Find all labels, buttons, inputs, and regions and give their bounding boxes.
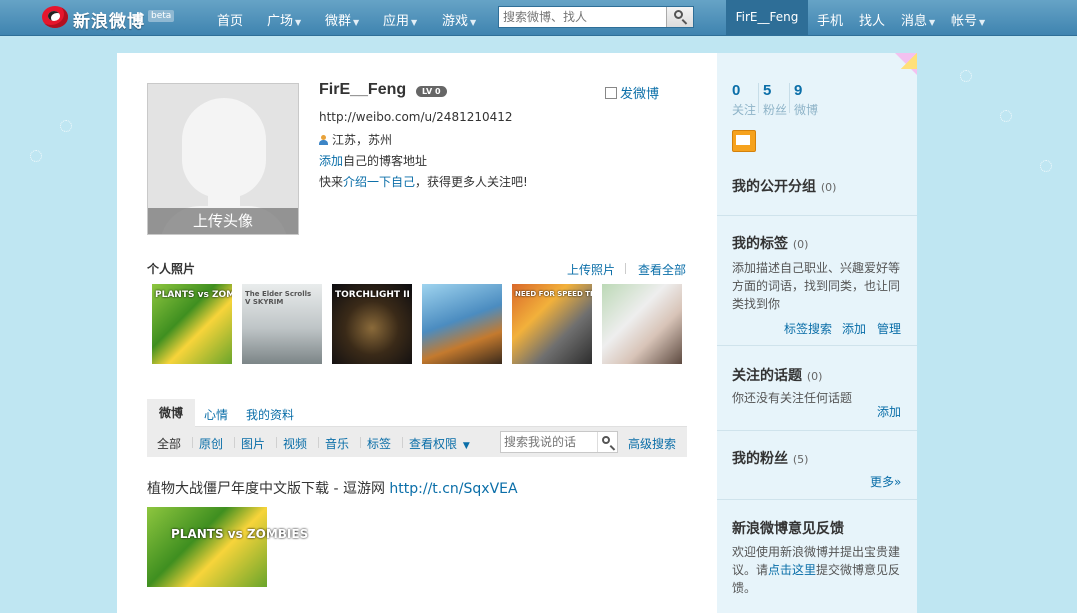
chevron-down-icon: ▼ [411, 18, 418, 27]
manage-tags-link[interactable]: 管理 [877, 320, 901, 337]
sidebar: 0 关注 5 粉丝 9 微博 我的公开分组 (0) 我的标签 (0) 添加描述自… [717, 53, 917, 613]
nav-apps[interactable]: 应用 ▼ [383, 10, 417, 29]
my-fans-title[interactable]: 我的粉丝 (5) [732, 448, 808, 468]
profile-url-link[interactable]: http://weibo.com/u/2481210412 [319, 110, 513, 124]
chevron-down-icon: ▼ [470, 18, 477, 27]
filter-music[interactable]: 音乐 [325, 435, 349, 452]
photos-title: 个人照片 [147, 262, 196, 276]
nav-groups[interactable]: 微群 ▼ [325, 10, 359, 29]
topics-title: 关注的话题 (0) [732, 368, 823, 384]
post-weibo-link[interactable]: 发微博 [605, 83, 659, 102]
tab-weibo[interactable]: 微博 [147, 399, 195, 427]
top-navigation-bar: 新浪微博 beta 首页 广场▼ 微群▼ 应用▼ 游戏▼ FirE__Feng … [0, 0, 1077, 36]
photo-thumbnail[interactable] [602, 284, 682, 364]
advanced-search-link[interactable]: 高级搜索 [628, 435, 676, 452]
nav-mobile[interactable]: 手机 [817, 10, 843, 29]
following-count[interactable]: 0 [732, 82, 740, 99]
location: 江苏，苏州 [319, 131, 392, 148]
page-fold-icon [895, 53, 917, 75]
profile-name: FirE__Feng [319, 81, 407, 98]
post-url-link[interactable]: http://t.cn/SqxVEA [389, 481, 517, 497]
feed-tabs: 微博 心情 我的资料 全部 原创 图片 视频 音乐 标签 查看权限 ▼ 高级搜索 [147, 399, 687, 457]
tags-description: 添加描述自己职业、兴趣爱好等方面的词语，找到同类，也让同类找到你 [732, 261, 901, 311]
feed-search-button[interactable] [597, 432, 617, 452]
default-avatar-icon [182, 98, 266, 198]
user-icon [319, 135, 328, 145]
upload-avatar-button[interactable]: 上传头像 [148, 208, 298, 234]
intro-line: 快来介绍一下自己，获得更多人关注吧! [319, 175, 528, 189]
tab-mood[interactable]: 心情 [204, 406, 228, 423]
following-label[interactable]: 关注 [732, 101, 756, 118]
add-topic-link[interactable]: 添加 [877, 403, 901, 420]
filter-video[interactable]: 视频 [283, 435, 307, 452]
post-image[interactable]: PLANTS vs ZOMBIES [147, 507, 308, 587]
nav-square[interactable]: 广场 ▼ [267, 10, 301, 29]
global-search-button[interactable] [666, 7, 693, 27]
intro-link[interactable]: 介绍一下自己 [343, 175, 415, 189]
tag-search-link[interactable]: 标签搜索 [784, 320, 832, 337]
filter-permissions-dropdown[interactable]: 查看权限 ▼ [409, 435, 470, 452]
photo-thumbnail[interactable]: NEED FOR SPEED THE RUN [512, 284, 592, 364]
feedback-link[interactable]: 点击这里 [768, 563, 816, 577]
level-badge: LV 0 [416, 86, 447, 97]
weibo-eye-icon [42, 6, 68, 28]
user-profile-tab[interactable]: FirE__Feng [726, 0, 808, 35]
chevron-down-icon: ▼ [295, 18, 302, 27]
main-content: 上传头像 FirE__Feng LV 0 发微博 http://weibo.co… [117, 53, 717, 613]
photo-thumbnail[interactable] [422, 284, 502, 364]
nav-account[interactable]: 帐号 ▼ [951, 10, 985, 29]
nav-messages[interactable]: 消息 ▼ [901, 10, 935, 29]
chevron-down-icon: ▼ [353, 18, 360, 27]
public-groups-title[interactable]: 我的公开分组 (0) [732, 176, 836, 196]
nav-games[interactable]: 游戏 ▼ [442, 10, 476, 29]
nav-find-people[interactable]: 找人 [859, 10, 885, 29]
id-card-icon[interactable] [732, 130, 756, 152]
feed-search-input[interactable] [504, 434, 596, 450]
divider [625, 263, 626, 274]
photo-thumbnail[interactable]: TORCHLIGHT II [332, 284, 412, 364]
feed-search [500, 431, 618, 453]
chevron-down-icon: ▼ [929, 18, 936, 27]
tab-my-profile[interactable]: 我的资料 [246, 406, 294, 423]
weibo-label[interactable]: 微博 [794, 101, 818, 118]
feedback-text: 欢迎使用新浪微博并提出宝贵建议。请点击这里提交微博意见反馈。 [732, 545, 901, 595]
global-search-input[interactable] [503, 9, 663, 25]
my-tags-title: 我的标签 (0) [732, 236, 809, 252]
view-all-photos-link[interactable]: 查看全部 [638, 261, 686, 278]
upload-photo-link[interactable]: 上传照片 [567, 261, 615, 278]
chevron-down-icon: ▼ [462, 441, 470, 451]
add-tag-link[interactable]: 添加 [842, 320, 866, 337]
followers-label[interactable]: 粉丝 [763, 101, 787, 118]
feedback-title: 新浪微博意见反馈 [732, 521, 844, 537]
photo-thumbnail[interactable]: The Elder Scrolls V SKYRIM [242, 284, 322, 364]
logo-text: 新浪微博 [73, 12, 145, 32]
add-blog-link[interactable]: 添加 [319, 154, 343, 168]
more-fans-link[interactable]: 更多» [870, 473, 901, 490]
edit-icon [605, 87, 617, 99]
blog-address-line: 添加自己的博客地址 [319, 154, 428, 168]
beta-badge: beta [148, 10, 175, 22]
followers-count[interactable]: 5 [763, 82, 771, 99]
search-icon [602, 436, 610, 444]
nav-home[interactable]: 首页 [217, 10, 243, 29]
chevron-down-icon: ▼ [979, 18, 986, 27]
filter-original[interactable]: 原创 [199, 435, 223, 452]
weibo-count[interactable]: 9 [794, 82, 802, 99]
photo-thumbnail[interactable]: PLANTS vs ZOMBIES [152, 284, 232, 364]
filter-all[interactable]: 全部 [157, 435, 181, 452]
filter-tags[interactable]: 标签 [367, 435, 391, 452]
avatar[interactable]: 上传头像 [147, 83, 299, 235]
post-content: 植物大战僵尸年度中文版下载 - 逗游网 http://t.cn/SqxVEA [147, 481, 518, 497]
filter-images[interactable]: 图片 [241, 435, 265, 452]
global-search [498, 6, 694, 28]
search-icon [674, 10, 683, 19]
